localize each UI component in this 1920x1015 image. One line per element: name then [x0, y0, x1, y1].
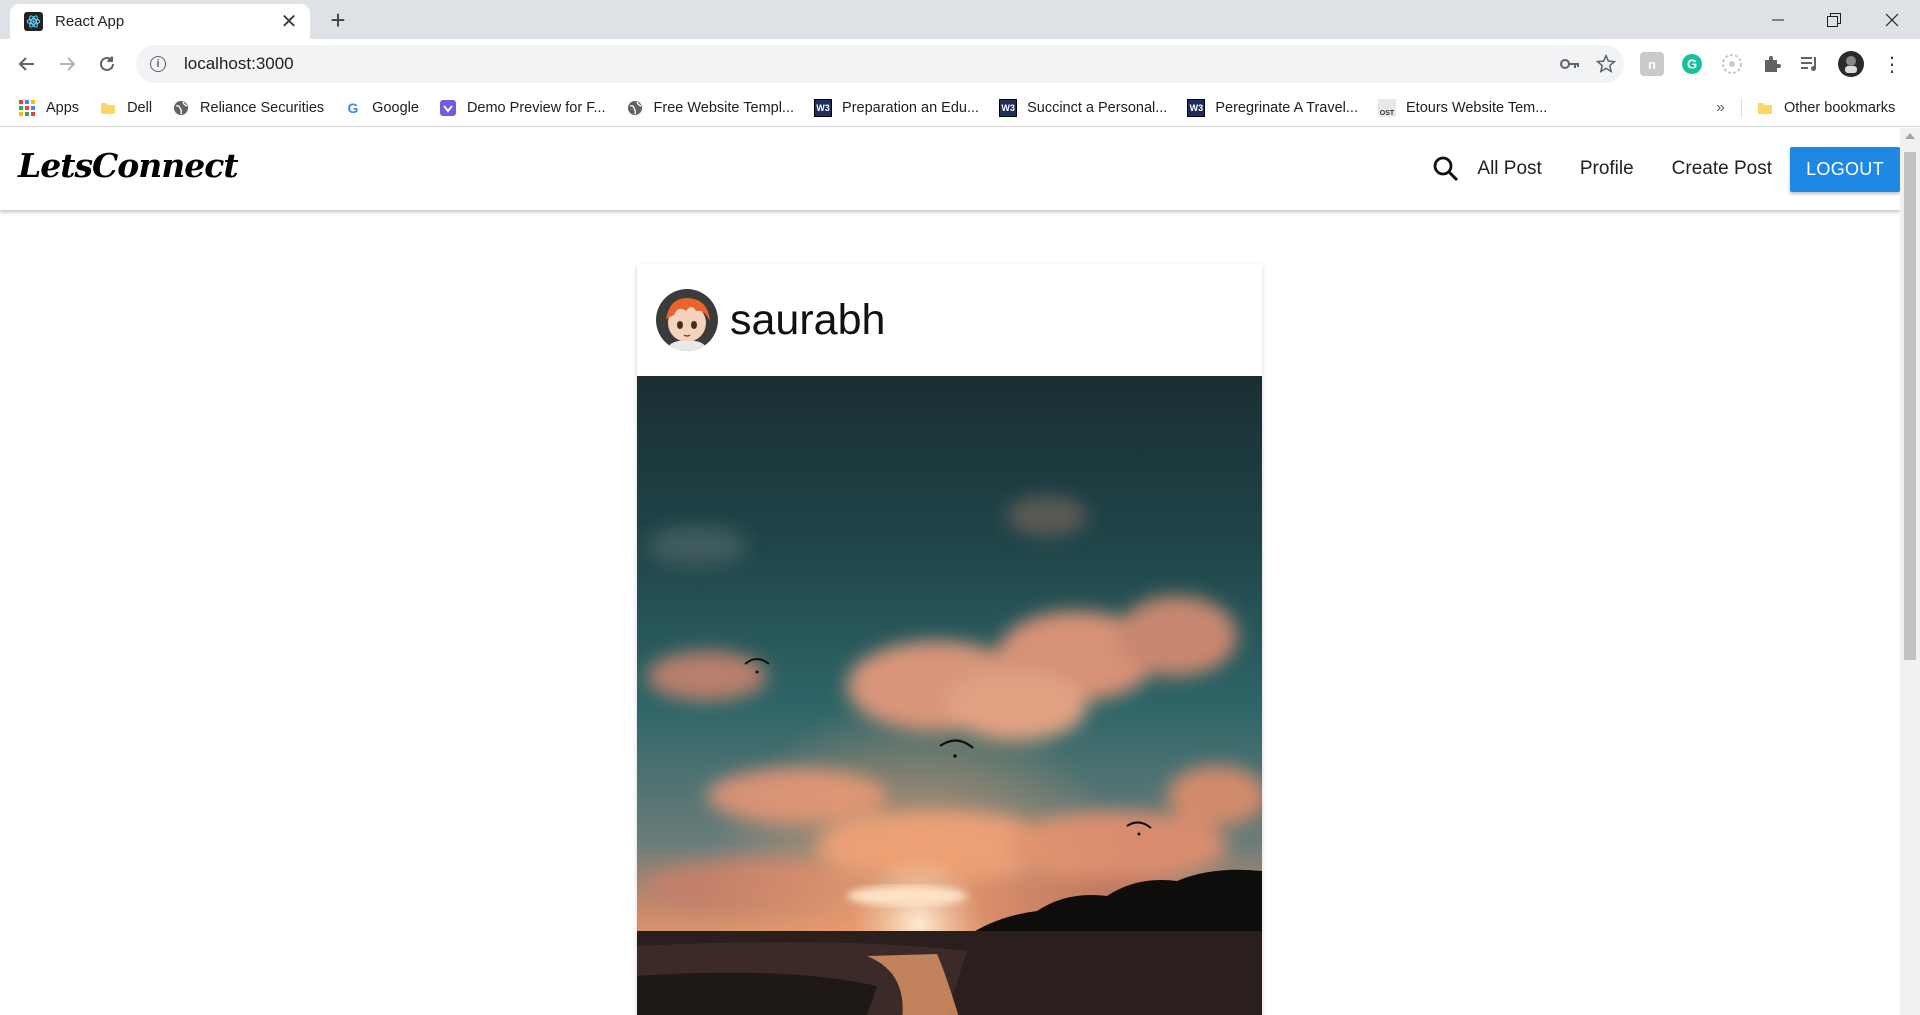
scroll-thumb[interactable]	[1904, 152, 1916, 660]
post-username[interactable]: saurabh	[730, 296, 885, 345]
nav-links: All Post Profile Create Post LOGOUT	[1431, 128, 1900, 210]
info-icon[interactable]: i	[150, 56, 166, 72]
page: LetsConnect All Post Profile Create Post…	[0, 128, 1900, 1015]
w3-icon: W3	[999, 98, 1018, 117]
post-card: saurabh	[637, 264, 1262, 1015]
search-icon[interactable]	[1431, 154, 1461, 184]
profile-avatar-icon[interactable]	[1838, 51, 1864, 77]
folder-icon	[99, 99, 117, 117]
w3-icon: W3	[814, 98, 833, 117]
bookmark-free-website[interactable]: Free Website Templ...	[626, 99, 795, 117]
other-bookmarks-label: Other bookmarks	[1784, 100, 1896, 116]
app-navbar: LetsConnect All Post Profile Create Post…	[0, 128, 1900, 210]
bookmark-star-icon[interactable]	[1588, 46, 1624, 82]
extension-circle-icon[interactable]	[1720, 52, 1744, 76]
bookmark-label: Demo Preview for F...	[466, 99, 606, 116]
scroll-up-arrow-icon[interactable]	[1905, 133, 1915, 139]
bookmark-label: Etours Website Tem...	[1406, 99, 1548, 116]
bookmark-label: Succinct a Personal...	[1027, 99, 1168, 116]
bookmarks-divider	[1741, 98, 1742, 118]
logout-button[interactable]: LOGOUT	[1790, 146, 1900, 192]
bookmark-dell[interactable]: Dell	[99, 99, 152, 117]
close-tab-icon[interactable]: ✕	[278, 12, 300, 32]
bookmark-label: Reliance Securities	[200, 99, 325, 116]
url-text: localhost:3000	[184, 54, 294, 73]
bookmark-succinct[interactable]: W3 Succinct a Personal...	[999, 98, 1168, 117]
tab-title: React App	[55, 13, 125, 30]
address-bar[interactable]: i localhost:3000	[136, 45, 1624, 83]
puzzle-icon[interactable]	[1760, 52, 1784, 76]
svg-text:G: G	[348, 100, 359, 116]
media-playlist-icon[interactable]	[1798, 52, 1822, 76]
google-icon: G	[344, 99, 362, 117]
extension-icon[interactable]: n	[1640, 52, 1664, 76]
grammarly-icon[interactable]: G	[1680, 52, 1704, 76]
forward-button[interactable]	[51, 48, 83, 80]
demo-icon	[439, 99, 457, 117]
globe-icon	[626, 99, 644, 117]
bookmark-reliance[interactable]: Reliance Securities	[172, 99, 324, 117]
browser-toolbar: i localhost:3000 n G ⋮	[0, 39, 1920, 89]
apps-grid-icon	[18, 99, 36, 117]
bookmark-preparation[interactable]: W3 Preparation an Edu...	[814, 98, 980, 117]
reload-button[interactable]	[91, 48, 123, 80]
post-image	[637, 376, 1262, 1015]
bookmark-label: Peregrinate A Travel...	[1215, 99, 1358, 116]
tab-strip: React App ✕ +	[0, 0, 1920, 39]
react-icon	[24, 12, 43, 31]
bookmark-apps[interactable]: Apps	[18, 99, 79, 117]
minimize-button[interactable]	[1750, 0, 1806, 39]
bookmark-etours[interactable]: OST Etours Website Tem...	[1378, 98, 1548, 117]
ost-icon: OST	[1378, 98, 1396, 117]
page-scrollbar[interactable]	[1900, 128, 1920, 1015]
user-avatar[interactable]	[656, 289, 718, 351]
post-header: saurabh	[637, 264, 1262, 376]
folder-icon	[1756, 99, 1774, 117]
bookmark-label: Google	[372, 99, 419, 116]
w3-icon: W3	[1187, 98, 1206, 117]
bookmark-label: Free Website Templ...	[653, 99, 795, 116]
back-button[interactable]	[11, 48, 43, 80]
bookmark-label: Preparation an Edu...	[842, 99, 980, 116]
new-tab-button[interactable]: +	[324, 6, 352, 34]
bookmark-peregrinate[interactable]: W3 Peregrinate A Travel...	[1187, 98, 1358, 117]
bookmark-label: Dell	[127, 99, 153, 116]
other-bookmarks[interactable]: Other bookmarks	[1756, 89, 1895, 127]
nav-create-post[interactable]: Create Post	[1672, 158, 1772, 180]
more-bookmarks-button[interactable]: »	[1716, 89, 1725, 127]
browser-tab[interactable]: React App ✕	[10, 4, 310, 39]
bookmark-google[interactable]: G Google	[344, 99, 419, 117]
bookmark-label: Apps	[46, 99, 80, 116]
brand-logo[interactable]: LetsConnect	[18, 146, 239, 185]
close-window-button[interactable]	[1864, 0, 1920, 39]
key-icon[interactable]	[1552, 46, 1588, 82]
bookmark-demo-preview[interactable]: Demo Preview for F...	[439, 99, 606, 117]
svg-text:G: G	[1687, 57, 1697, 72]
nav-all-post[interactable]: All Post	[1477, 158, 1541, 180]
globe-icon	[172, 99, 190, 117]
bookmarks-bar: Apps Dell Reliance Securities G Google D…	[0, 89, 1920, 127]
restore-button[interactable]	[1806, 0, 1862, 39]
menu-dots-icon[interactable]: ⋮	[1880, 52, 1904, 76]
nav-profile[interactable]: Profile	[1580, 158, 1634, 180]
